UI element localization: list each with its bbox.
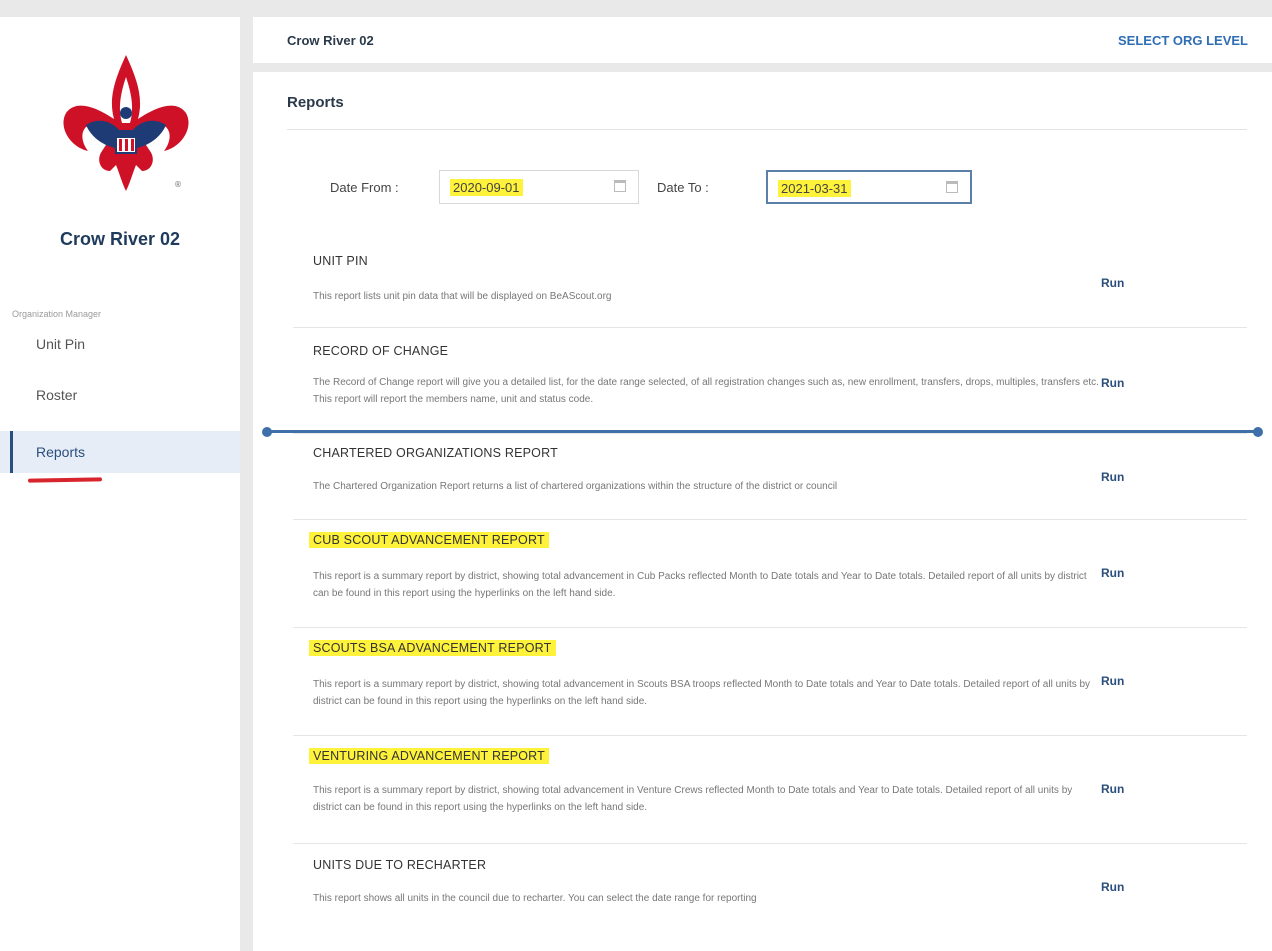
report-title: UNITS DUE TO RECHARTER xyxy=(313,858,487,872)
annotation-red-underline xyxy=(27,477,103,483)
top-header: Crow River 02 SELECT ORG LEVEL xyxy=(253,17,1272,63)
date-from-value: 2020-09-01 xyxy=(450,179,523,196)
run-button[interactable]: Run xyxy=(1101,880,1124,894)
report-unit-pin: UNIT PIN This report lists unit pin data… xyxy=(293,242,1247,328)
svg-text:®: ® xyxy=(174,180,182,189)
report-title: RECORD OF CHANGE xyxy=(313,344,449,358)
date-from-label: Date From : xyxy=(330,180,399,195)
sidebar-item-label: Reports xyxy=(36,444,86,460)
report-description: This report lists unit pin data that wil… xyxy=(313,291,612,302)
annotation-line-endpoint xyxy=(262,427,272,437)
sidebar-item-reports[interactable]: Reports xyxy=(0,431,240,473)
run-button[interactable]: Run xyxy=(1101,566,1124,580)
main-content: Reports Date From : 2020-09-01 Date To :… xyxy=(253,72,1272,951)
title-divider xyxy=(287,129,1247,130)
run-button[interactable]: Run xyxy=(1101,376,1124,390)
report-chartered-organizations: CHARTERED ORGANIZATIONS REPORT The Chart… xyxy=(293,434,1247,520)
select-org-level-link[interactable]: SELECT ORG LEVEL xyxy=(1118,33,1248,48)
calendar-icon[interactable] xyxy=(614,180,626,192)
sidebar-org-title: Crow River 02 xyxy=(59,229,181,249)
date-from-input[interactable]: 2020-09-01 xyxy=(439,170,639,204)
sidebar: ® Crow River 02 Organization Manager Uni… xyxy=(0,17,240,951)
report-units-due-to-recharter: UNITS DUE TO RECHARTER This report shows… xyxy=(293,844,1247,924)
calendar-icon[interactable] xyxy=(946,181,958,193)
sidebar-item-label: Roster xyxy=(36,387,78,403)
sidebar-item-label: Unit Pin xyxy=(36,336,86,352)
annotation-line-endpoint xyxy=(1253,427,1263,437)
run-button[interactable]: Run xyxy=(1101,674,1124,688)
report-description: This report is a summary report by distr… xyxy=(313,679,1091,707)
report-venturing-advancement: VENTURING ADVANCEMENT REPORT This report… xyxy=(293,736,1247,844)
report-title: UNIT PIN xyxy=(313,254,368,268)
report-scouts-bsa-advancement: SCOUTS BSA ADVANCEMENT REPORT This repor… xyxy=(293,628,1247,736)
nav-caption: Organization Manager xyxy=(12,309,102,319)
run-button[interactable]: Run xyxy=(1101,782,1124,796)
date-to-value: 2021-03-31 xyxy=(778,180,851,197)
bsa-fleur-de-lis-logo-icon: ® xyxy=(63,55,189,191)
report-cub-scout-advancement: CUB SCOUT ADVANCEMENT REPORT This report… xyxy=(293,520,1247,628)
report-record-of-change: RECORD OF CHANGE The Record of Change re… xyxy=(293,328,1247,434)
report-title: CUB SCOUT ADVANCEMENT REPORT xyxy=(309,532,549,548)
report-title: SCOUTS BSA ADVANCEMENT REPORT xyxy=(309,640,556,656)
report-description: This report is a summary report by distr… xyxy=(313,571,1087,599)
report-description: This report is a summary report by distr… xyxy=(313,785,1073,813)
date-to-label: Date To : xyxy=(657,180,709,195)
page-title: Reports xyxy=(287,94,344,111)
sidebar-item-roster[interactable]: Roster xyxy=(0,374,240,416)
annotation-divider-line xyxy=(267,430,1258,433)
report-description: This report shows all units in the counc… xyxy=(313,893,757,904)
report-description: The Chartered Organization Report return… xyxy=(313,481,838,492)
run-button[interactable]: Run xyxy=(1101,470,1124,484)
run-button[interactable]: Run xyxy=(1101,276,1124,290)
report-title: VENTURING ADVANCEMENT REPORT xyxy=(309,748,550,764)
header-title: Crow River 02 xyxy=(287,33,374,48)
sidebar-item-unit-pin[interactable]: Unit Pin xyxy=(0,323,240,365)
report-description: The Record of Change report will give yo… xyxy=(313,377,1099,405)
date-to-input[interactable]: 2021-03-31 xyxy=(766,170,972,204)
report-title: CHARTERED ORGANIZATIONS REPORT xyxy=(313,446,558,460)
